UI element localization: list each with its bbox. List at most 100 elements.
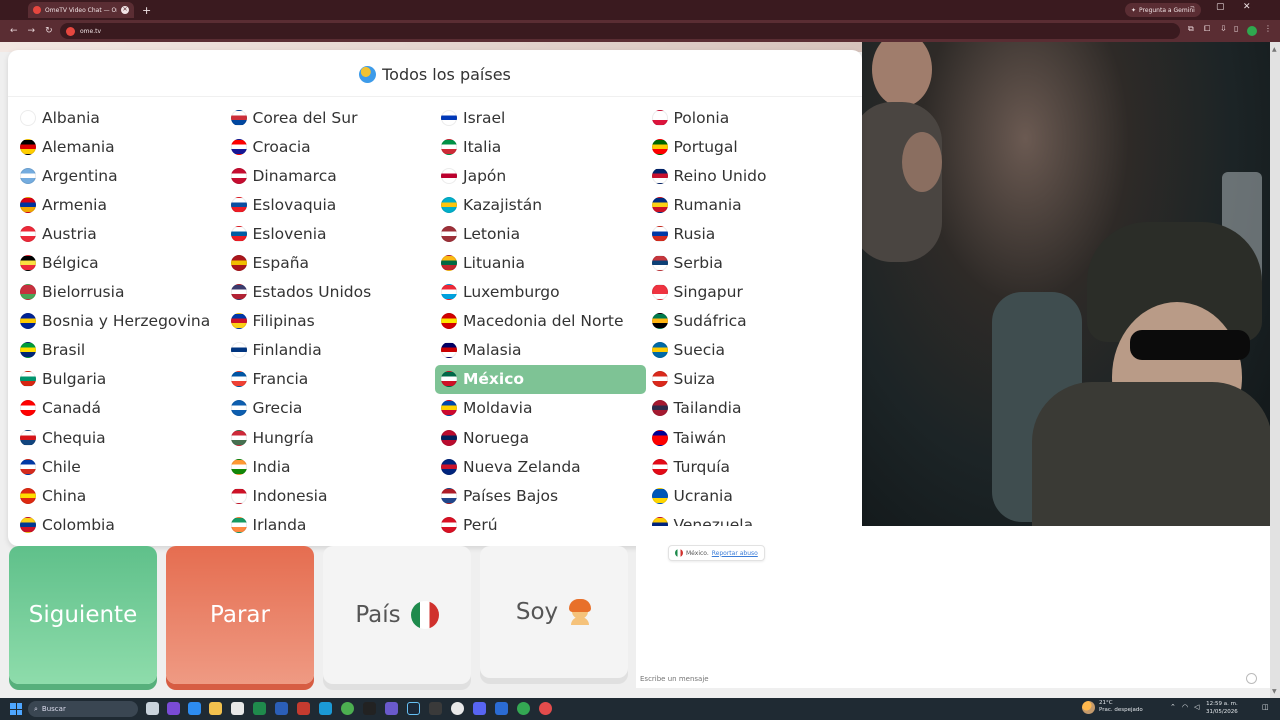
country-item[interactable]: Noruega: [435, 423, 646, 452]
stop-button[interactable]: Parar: [166, 546, 314, 684]
excel-icon[interactable]: [253, 702, 266, 715]
app-icon-5[interactable]: [429, 702, 442, 715]
country-item[interactable]: Turquía: [646, 452, 857, 481]
app-icon-4[interactable]: [385, 702, 398, 715]
powerpoint-icon[interactable]: [297, 702, 310, 715]
browser-menu-icon[interactable]: ⋮: [1264, 24, 1272, 33]
page-scrollbar[interactable]: [1270, 42, 1280, 698]
address-bar[interactable]: ome.tv: [60, 23, 1180, 39]
country-item[interactable]: Taiwán: [646, 423, 857, 452]
edge-icon[interactable]: [319, 702, 332, 715]
windows-start-icon[interactable]: [10, 703, 22, 715]
country-item[interactable]: Corea del Sur: [225, 103, 436, 132]
country-item[interactable]: Bosnia y Herzegovina: [14, 307, 225, 336]
cast-icon[interactable]: ⧉: [1188, 24, 1194, 34]
country-item[interactable]: Moldavia: [435, 394, 646, 423]
wifi-icon[interactable]: ◠: [1182, 703, 1188, 711]
app-icon-8[interactable]: [539, 702, 552, 715]
minimize-button[interactable]: –: [1190, 2, 1195, 12]
tab-close-icon[interactable]: ✕: [121, 6, 129, 14]
country-item[interactable]: Austria: [14, 219, 225, 248]
browser-tab[interactable]: OmeTV Video Chat — Ome… ✕: [28, 2, 134, 18]
sidebar-icon[interactable]: ▯: [1234, 24, 1238, 33]
extensions-icon[interactable]: ⧠: [1204, 24, 1210, 34]
country-item[interactable]: Malasia: [435, 336, 646, 365]
country-item[interactable]: Reino Unido: [646, 161, 857, 190]
country-item[interactable]: México: [435, 364, 646, 394]
country-item[interactable]: Grecia: [225, 394, 436, 423]
country-item[interactable]: Macedonia del Norte: [435, 307, 646, 336]
country-item[interactable]: Suecia: [646, 336, 857, 365]
country-item[interactable]: Bulgaria: [14, 365, 225, 394]
country-item[interactable]: Colombia: [14, 510, 225, 539]
country-item[interactable]: España: [225, 248, 436, 277]
taskbar-clock[interactable]: 12:59 a. m. 31/05/2026: [1206, 700, 1238, 716]
chrome-icon[interactable]: [341, 702, 354, 715]
country-item[interactable]: Brasil: [14, 336, 225, 365]
country-item[interactable]: Hungría: [225, 423, 436, 452]
country-item[interactable]: Eslovaquia: [225, 190, 436, 219]
country-item[interactable]: Eslovenia: [225, 219, 436, 248]
country-item[interactable]: Chequia: [14, 423, 225, 452]
new-tab-button[interactable]: +: [142, 4, 151, 17]
country-item[interactable]: Canadá: [14, 394, 225, 423]
forward-arrow-icon[interactable]: →: [28, 26, 36, 36]
notifications-icon[interactable]: ◫: [1262, 703, 1269, 711]
country-item[interactable]: Croacia: [225, 132, 436, 161]
next-button[interactable]: Siguiente: [9, 546, 157, 684]
country-item[interactable]: Suiza: [646, 365, 857, 394]
country-item[interactable]: Bélgica: [14, 248, 225, 277]
country-button[interactable]: País: [323, 546, 471, 684]
country-item[interactable]: Perú: [435, 510, 646, 539]
country-item[interactable]: Filipinas: [225, 307, 436, 336]
app-icon-6[interactable]: [451, 702, 464, 715]
country-item[interactable]: Chile: [14, 452, 225, 481]
country-item[interactable]: Rumania: [646, 190, 857, 219]
country-item[interactable]: Singapur: [646, 278, 857, 307]
country-item[interactable]: Serbia: [646, 248, 857, 277]
country-item[interactable]: China: [14, 481, 225, 510]
scroll-down-arrow-icon[interactable]: ▼: [1272, 688, 1277, 695]
country-item[interactable]: Indonesia: [225, 481, 436, 510]
chat-message-input[interactable]: [640, 672, 1240, 686]
app-icon-7[interactable]: [495, 702, 508, 715]
country-item[interactable]: Japón: [435, 161, 646, 190]
maximize-button[interactable]: ▢: [1216, 2, 1225, 12]
country-item[interactable]: Países Bajos: [435, 481, 646, 510]
country-item[interactable]: Armenia: [14, 190, 225, 219]
weather-widget[interactable]: 21°C Prac. despejado: [1082, 700, 1143, 714]
close-window-button[interactable]: ✕: [1243, 2, 1251, 12]
country-item[interactable]: Irlanda: [225, 510, 436, 539]
country-item[interactable]: Argentina: [14, 161, 225, 190]
country-item[interactable]: Luxemburgo: [435, 278, 646, 307]
country-item[interactable]: Kazajistán: [435, 190, 646, 219]
country-item[interactable]: Letonia: [435, 219, 646, 248]
store-icon[interactable]: [231, 702, 244, 715]
chrome-active-icon[interactable]: [517, 702, 530, 715]
country-item[interactable]: Polonia: [646, 103, 857, 132]
taskbar-search-input[interactable]: ⌕ Buscar: [28, 701, 138, 717]
downloads-icon[interactable]: ⇩: [1220, 24, 1227, 33]
country-item[interactable]: Albania: [14, 103, 225, 132]
app-icon-1[interactable]: [167, 702, 180, 715]
country-item[interactable]: Alemania: [14, 132, 225, 161]
country-item[interactable]: Ucrania: [646, 481, 857, 510]
scroll-up-arrow-icon[interactable]: ▲: [1272, 46, 1277, 53]
report-abuse-link[interactable]: Reportar abuso: [712, 550, 758, 557]
app-icon-2[interactable]: [188, 702, 201, 715]
reload-icon[interactable]: ↻: [45, 26, 53, 36]
app-icon-3[interactable]: [363, 702, 376, 715]
discord-icon[interactable]: [473, 702, 486, 715]
country-item[interactable]: Francia: [225, 365, 436, 394]
country-item[interactable]: Tailandia: [646, 394, 857, 423]
task-view-icon[interactable]: [146, 702, 159, 715]
panel-header[interactable]: Todos los países: [8, 60, 862, 88]
country-item[interactable]: Israel: [435, 103, 646, 132]
emoji-icon[interactable]: [1246, 673, 1257, 684]
country-item[interactable]: Rusia: [646, 219, 857, 248]
country-item[interactable]: India: [225, 452, 436, 481]
file-explorer-icon[interactable]: [209, 702, 222, 715]
country-item[interactable]: Portugal: [646, 132, 857, 161]
steam-icon[interactable]: [407, 702, 420, 715]
country-item[interactable]: Nueva Zelanda: [435, 452, 646, 481]
